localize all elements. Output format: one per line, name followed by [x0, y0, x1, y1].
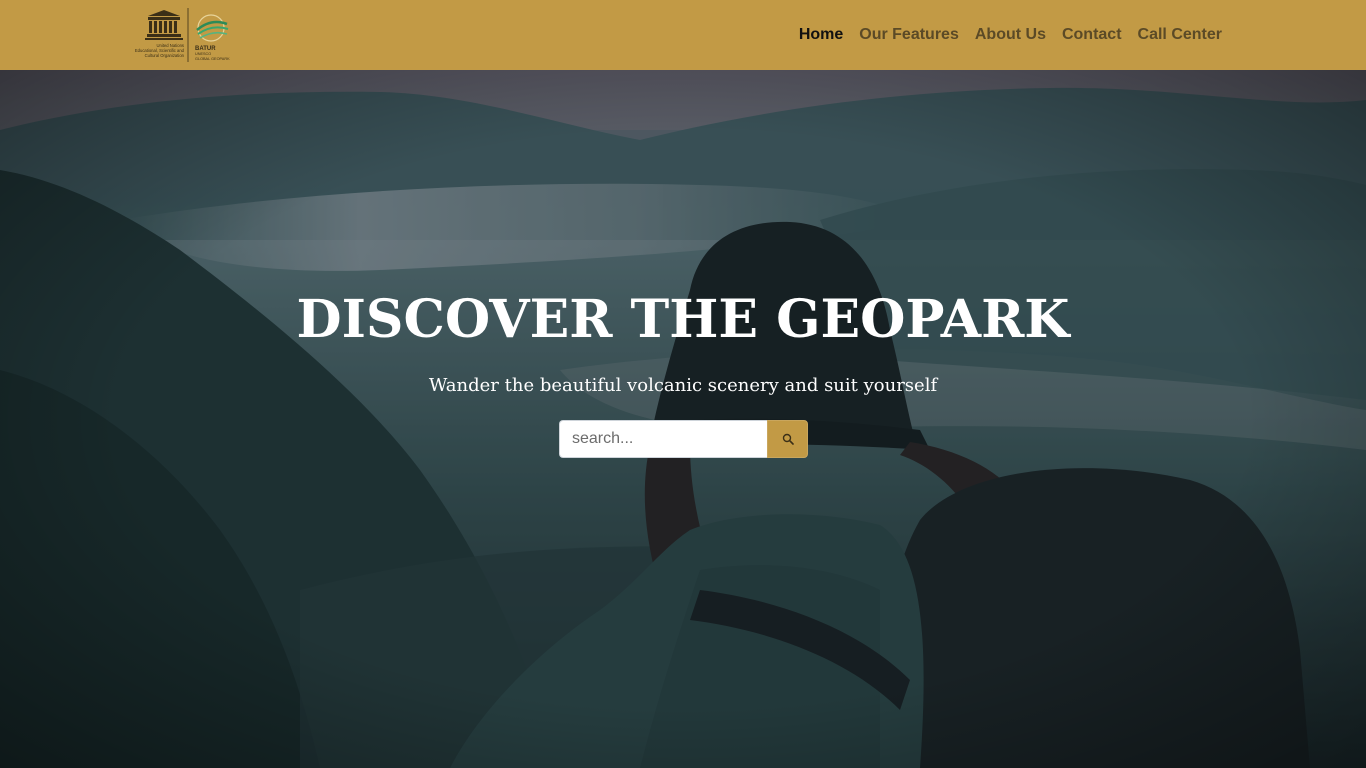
nav-our-features[interactable]: Our Features — [851, 26, 967, 44]
search-icon — [782, 433, 794, 445]
unesco-temple-icon — [145, 10, 183, 40]
geopark-swoosh-icon — [196, 14, 229, 42]
main-nav: Home Our Features About Us Contact Call … — [791, 0, 1230, 70]
hero-section: DISCOVER THE GEOPARK Wander the beautifu… — [0, 70, 1366, 768]
org-line-3: Cultural Organization — [145, 53, 185, 58]
navbar: United Nations Educational, Scientific a… — [0, 0, 1366, 70]
nav-home[interactable]: Home — [791, 26, 851, 44]
search-form — [559, 420, 808, 458]
geopark-line-2: UNESCO — [195, 52, 211, 56]
unesco-geopark-logo: United Nations Educational, Scientific a… — [135, 8, 230, 62]
hero-content: DISCOVER THE GEOPARK Wander the beautifu… — [0, 70, 1366, 768]
nav-call-center[interactable]: Call Center — [1130, 26, 1230, 44]
search-input[interactable] — [559, 420, 767, 458]
hero-title: DISCOVER THE GEOPARK — [296, 289, 1070, 350]
geopark-line-3: GLOBAL GEOPARK — [195, 57, 230, 61]
nav-about-us[interactable]: About Us — [967, 26, 1054, 44]
nav-contact[interactable]: Contact — [1054, 26, 1130, 44]
hero-subtitle: Wander the beautiful volcanic scenery an… — [428, 375, 938, 396]
search-button[interactable] — [767, 420, 808, 458]
site-logo[interactable]: United Nations Educational, Scientific a… — [127, 6, 243, 64]
